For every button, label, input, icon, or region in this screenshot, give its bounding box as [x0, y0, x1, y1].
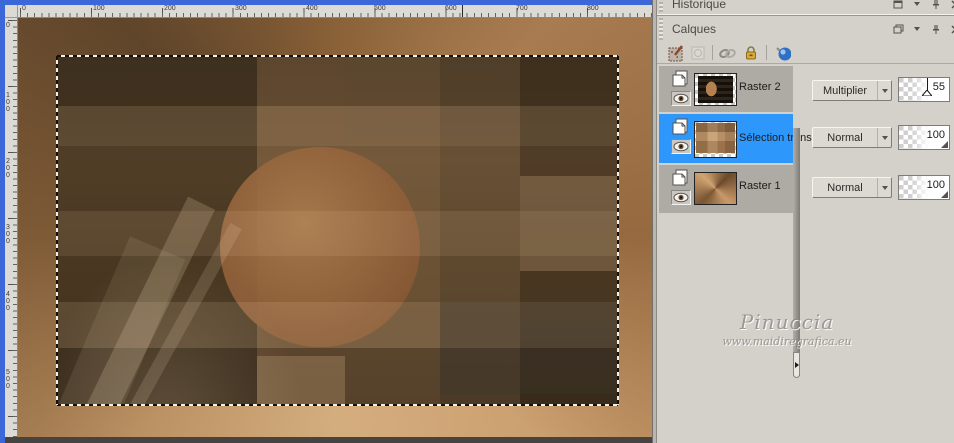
opacity-slider[interactable]: 55: [898, 77, 950, 102]
toolbar-separator: [766, 45, 767, 60]
horizontal-ruler[interactable]: 0 100 200 300 400 500 600 700 800: [18, 5, 652, 18]
ruler-label: 700: [516, 5, 528, 12]
pin-icon[interactable]: [929, 23, 943, 35]
opacity-slider-thumb[interactable]: [920, 83, 933, 101]
ruler-label: 500: [6, 369, 10, 390]
selection-region[interactable]: [57, 56, 618, 405]
dropdown-arrow-icon[interactable]: [910, 0, 924, 10]
blend-mode-select[interactable]: Normal: [812, 177, 892, 198]
ruler-label: 400: [6, 291, 10, 312]
lock-icon[interactable]: [742, 44, 760, 62]
layer-thumbnail[interactable]: [694, 172, 737, 205]
close-icon[interactable]: [948, 23, 954, 35]
selection-marquee: [56, 56, 58, 405]
ruler-ticks: [13, 20, 17, 438]
edit-selection-icon[interactable]: [667, 44, 685, 62]
watermark-name: Pinuccia: [739, 310, 835, 334]
layer-row-selection-trans[interactable]: Sélection trans: [659, 114, 812, 163]
layers-toolbar: [657, 42, 954, 64]
ruler-label: 200: [164, 5, 176, 12]
ruler-label: 400: [306, 5, 318, 12]
ruler-label: 100: [93, 5, 105, 12]
ruler-ticks: [20, 13, 652, 17]
layer-name: Sélection trans: [739, 132, 812, 144]
ruler-label: 800: [587, 5, 599, 12]
link-layers-icon[interactable]: [718, 44, 736, 62]
opacity-grip-icon[interactable]: [941, 141, 948, 148]
history-palette-title: Historique: [672, 0, 727, 11]
eye-icon[interactable]: [671, 91, 691, 106]
cascade-icon[interactable]: [891, 23, 905, 35]
mosaic-band: [57, 106, 618, 146]
selection-marquee: [617, 56, 619, 405]
window-bottom-edge: [5, 437, 652, 443]
layers-list: Raster 2 Sélection trans Raster 1 Multip…: [657, 64, 954, 443]
watermark: Pinuccia www.maidiregrafica.eu: [677, 310, 897, 348]
layer-thumbnail[interactable]: [694, 73, 737, 106]
ruler-label: 500: [374, 5, 386, 12]
dropdown-arrow-icon[interactable]: [910, 23, 924, 35]
canvas-window: 0 100 200 300 400 500 600 700 800 0 100 …: [0, 0, 652, 443]
ruler-label: 100: [6, 92, 10, 113]
opacity-grip-icon[interactable]: [941, 191, 948, 198]
layer-thumbnail[interactable]: [694, 121, 737, 158]
dropdown-arrow-icon[interactable]: [877, 178, 891, 197]
grip-icon: [659, 18, 663, 40]
selection-marquee: [57, 404, 618, 406]
layers-palette-title: Calques: [672, 22, 717, 36]
light-glow: [57, 256, 307, 405]
ruler-corner: [5, 5, 18, 18]
restore-icon[interactable]: [891, 0, 905, 10]
mosaic-block: [440, 302, 618, 394]
canvas-area[interactable]: [18, 18, 652, 437]
eye-icon[interactable]: [671, 139, 691, 154]
ruler-label: 0: [6, 22, 10, 29]
pin-icon[interactable]: [929, 0, 943, 10]
watermark-url: www.maidiregrafica.eu: [722, 335, 852, 348]
layer-row-raster1[interactable]: Raster 1: [659, 165, 793, 213]
blend-mode-select[interactable]: Normal: [812, 127, 892, 148]
ruler-label: 200: [6, 158, 10, 179]
mosaic-block: [520, 176, 618, 271]
history-palette-header[interactable]: Historique: [657, 0, 954, 14]
palettes-panel: Historique Calques Raster 2 Sélection tr…: [657, 0, 954, 443]
layer-name: Raster 1: [739, 180, 781, 192]
selection-marquee: [57, 55, 618, 57]
ruler-label: 300: [235, 5, 247, 12]
opacity-slider[interactable]: 100: [898, 125, 950, 150]
splitter-handle[interactable]: [793, 352, 800, 378]
layers-palette-header[interactable]: Calques: [657, 16, 954, 42]
ruler-label: 0: [22, 5, 26, 12]
window-border: [0, 0, 652, 5]
layer-name: Raster 2: [739, 81, 781, 93]
ruler-label: 300: [6, 224, 10, 245]
grip-icon: [659, 2, 663, 12]
mask-icon: [689, 44, 707, 62]
ruler-label: 600: [445, 5, 457, 12]
eye-icon[interactable]: [671, 190, 691, 205]
blend-mode-select[interactable]: Multiplier: [812, 80, 892, 101]
layer-row-raster2[interactable]: Raster 2: [659, 66, 793, 112]
dropdown-arrow-icon[interactable]: [877, 128, 891, 147]
sphere-icon[interactable]: [773, 44, 791, 62]
dropdown-arrow-icon[interactable]: [877, 81, 891, 100]
splitter-arrow-icon: [794, 362, 799, 368]
close-icon[interactable]: [948, 0, 954, 10]
ruler-position-indicator: [462, 5, 463, 17]
opacity-slider[interactable]: 100: [898, 175, 950, 200]
vertical-ruler[interactable]: 0 100 200 300 400 500: [5, 18, 18, 438]
window-border: [0, 0, 5, 443]
mosaic-band: [57, 56, 618, 106]
toolbar-separator: [712, 45, 713, 60]
